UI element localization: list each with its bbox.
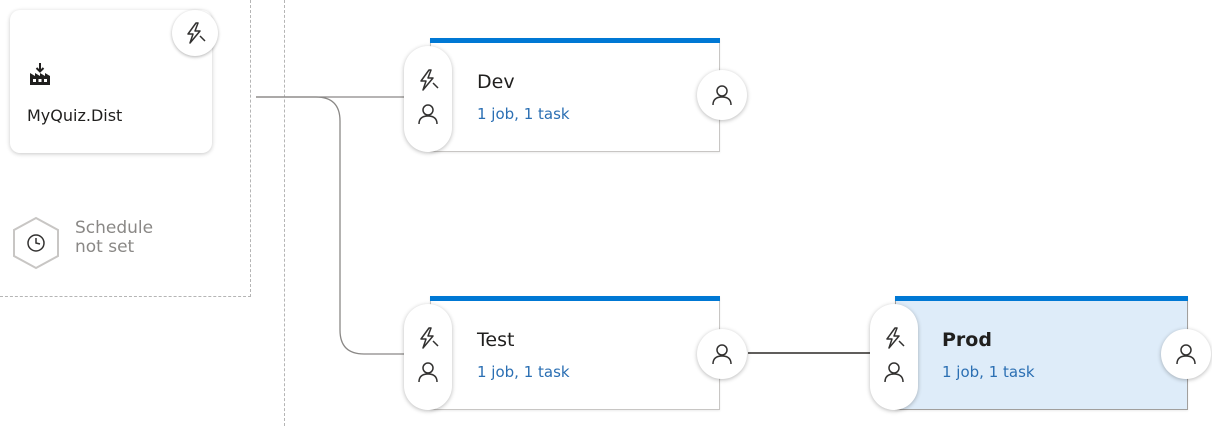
lightning-icon[interactable] <box>416 326 440 350</box>
lightning-icon[interactable] <box>416 68 440 92</box>
stage-name: Prod <box>942 329 992 351</box>
person-icon <box>712 344 732 365</box>
stage-summary-link[interactable]: 1 job, 1 task <box>942 363 1035 381</box>
stage-card-test[interactable]: Test 1 job, 1 task <box>430 296 720 410</box>
build-package-icon <box>29 62 51 90</box>
lightning-icon <box>187 22 206 44</box>
stage-accent-bar <box>895 296 1188 301</box>
person-icon[interactable] <box>416 360 440 384</box>
pre-deployment-conditions-prod[interactable] <box>870 304 918 410</box>
artifact-name: MyQuiz.Dist <box>27 106 123 125</box>
stage-card-prod[interactable]: Prod 1 job, 1 task <box>895 296 1188 410</box>
stage-name: Dev <box>477 71 515 93</box>
post-deployment-approvals-dev[interactable] <box>697 70 747 120</box>
pre-deployment-conditions-dev[interactable] <box>404 46 452 152</box>
pre-deployment-conditions-test[interactable] <box>404 304 452 410</box>
schedule-button[interactable] <box>10 216 62 274</box>
person-icon[interactable] <box>416 102 440 126</box>
stage-name: Test <box>477 329 515 351</box>
person-icon <box>1176 344 1196 365</box>
stage-card-dev[interactable]: Dev 1 job, 1 task <box>430 38 720 152</box>
person-icon <box>712 85 732 106</box>
connector-artifact-test <box>256 96 405 355</box>
stage-accent-bar <box>430 38 720 43</box>
lightning-icon[interactable] <box>882 326 906 350</box>
stage-accent-bar <box>430 296 720 301</box>
stage-summary-link[interactable]: 1 job, 1 task <box>477 363 570 381</box>
schedule-label: Schedule not set <box>75 218 154 257</box>
post-deployment-approvals-prod[interactable] <box>1161 329 1211 379</box>
stage-summary-link[interactable]: 1 job, 1 task <box>477 105 570 123</box>
post-deployment-approvals-test[interactable] <box>697 329 747 379</box>
artifact-trigger-button[interactable] <box>172 10 218 56</box>
person-icon[interactable] <box>882 360 906 384</box>
